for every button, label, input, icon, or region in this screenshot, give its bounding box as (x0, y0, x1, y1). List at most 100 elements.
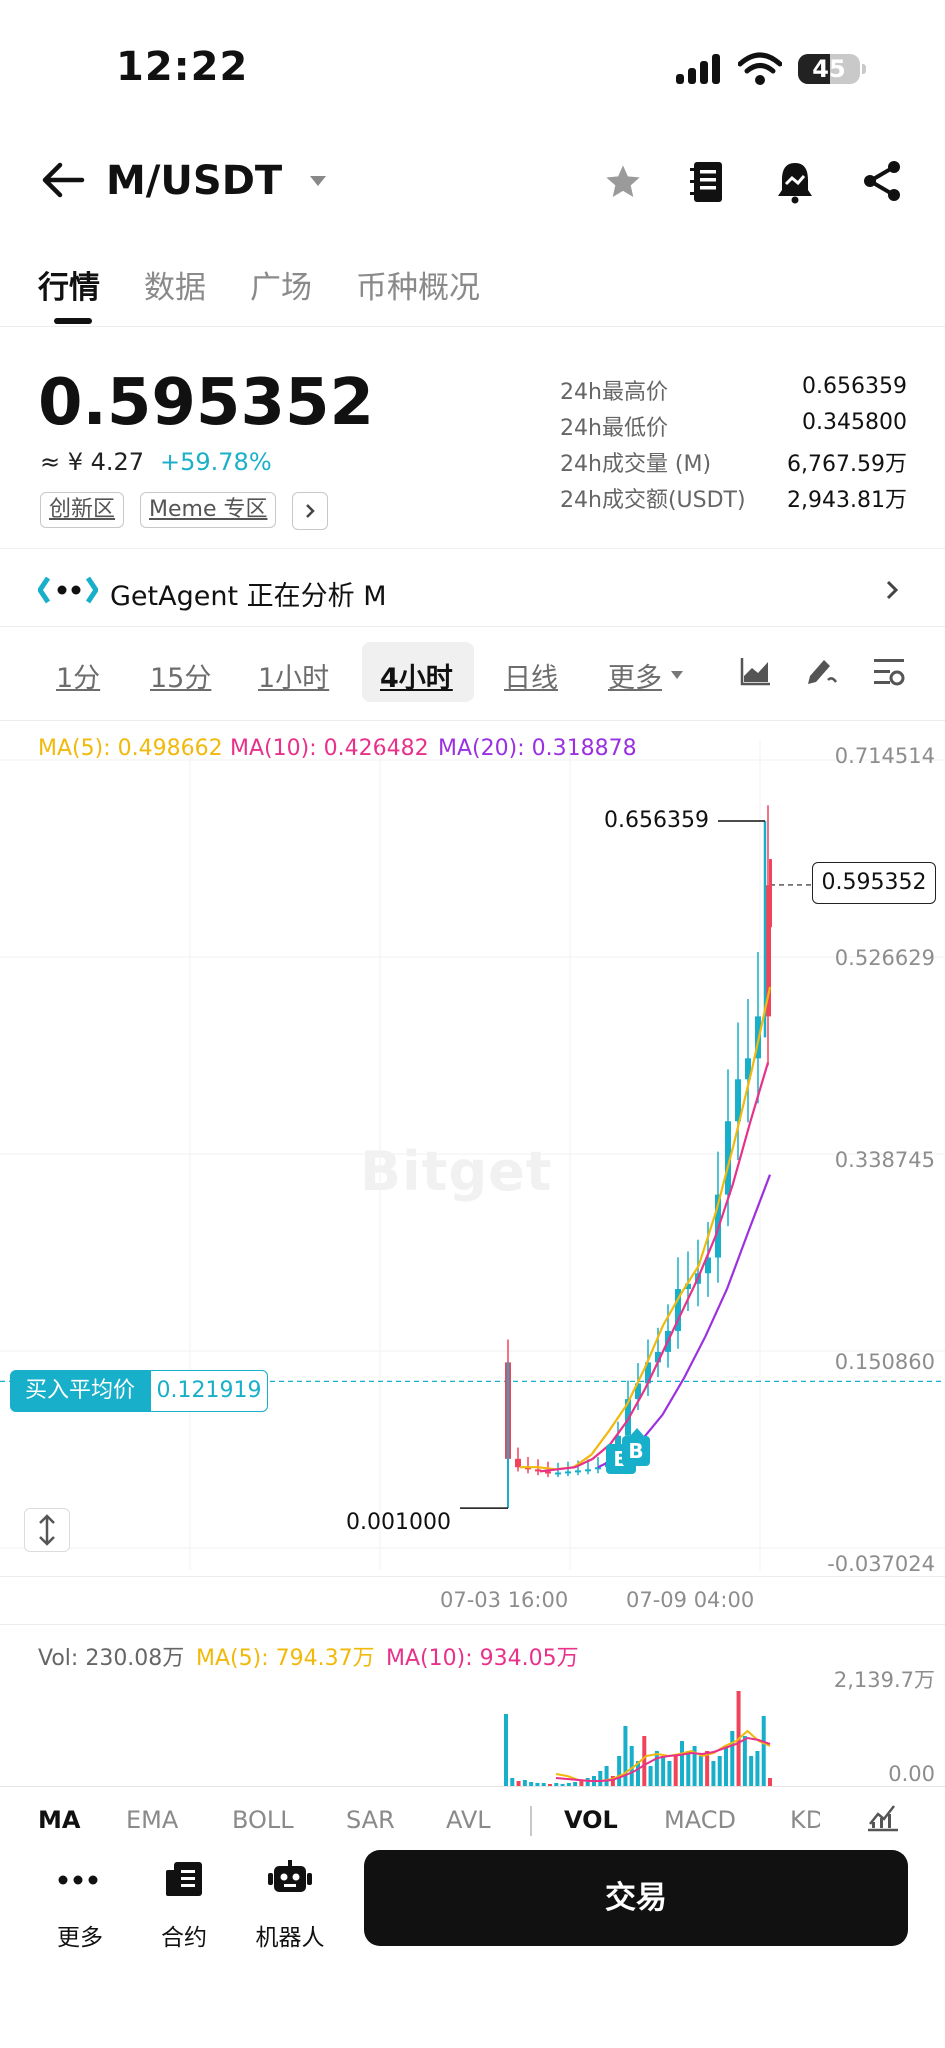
indicator-macd[interactable]: MACD (664, 1806, 736, 1834)
vertical-expand-icon (39, 1514, 55, 1546)
stat-value-volume: 6,767.59万 (787, 452, 907, 477)
divider (0, 720, 945, 721)
active-tab-indicator (54, 318, 92, 324)
ma-line-ma20 (597, 1174, 772, 1469)
divider (0, 1576, 945, 1577)
battery-icon: 45 (798, 54, 860, 84)
avg-buy-value: 0.121919 (150, 1370, 268, 1412)
interval-1m[interactable]: 1分 (56, 656, 100, 695)
chart-settings-icon[interactable] (872, 656, 906, 688)
stat-label-volume: 24h成交量 (M) (560, 452, 712, 477)
high-price-label: 0.656359 (604, 808, 709, 833)
interval-15m[interactable]: 15分 (150, 656, 211, 695)
agent-banner-text: GetAgent 正在分析 M (110, 581, 387, 612)
volume-bar (585, 1778, 590, 1786)
cny-price: ≈ ¥ 4.27 (40, 448, 145, 476)
indicator-ema[interactable]: EMA (126, 1806, 178, 1834)
indicator-avl[interactable]: AVL (446, 1806, 491, 1834)
chart-resize-button[interactable] (24, 1508, 70, 1552)
volume-bar (654, 1751, 659, 1786)
robot-icon[interactable] (268, 1860, 312, 1896)
volume-bar (623, 1726, 628, 1786)
divider (0, 548, 945, 549)
chart-type-icon[interactable] (740, 656, 772, 686)
bottom-more-label[interactable]: 更多 (30, 1918, 130, 1952)
indicator-boll[interactable]: BOLL (232, 1806, 294, 1834)
volume-bar (648, 1766, 653, 1786)
chevron-right-icon (886, 580, 899, 600)
volume-bar (730, 1731, 735, 1786)
dropdown-caret-icon[interactable] (308, 174, 328, 188)
tab-data[interactable]: 数据 (144, 262, 206, 307)
tab-square[interactable]: 广场 (250, 262, 312, 307)
getagent-logo-icon (38, 576, 98, 604)
signal-icon (676, 54, 720, 84)
tab-coin-overview[interactable]: 币种概况 (356, 262, 480, 307)
candle-body (769, 859, 772, 928)
volume-bar (510, 1778, 515, 1786)
stat-value-high: 0.656359 (802, 374, 907, 399)
volume-bar (661, 1756, 666, 1786)
bottom-bot-label[interactable]: 机器人 (240, 1918, 340, 1952)
interval-1h[interactable]: 1小时 (258, 656, 329, 695)
last-price: 0.595352 (38, 366, 375, 440)
tab-market[interactable]: 行情 (38, 262, 100, 307)
status-time: 12:22 (116, 44, 249, 90)
volume-bar (755, 1751, 760, 1786)
buy-marker-pointer (630, 1428, 644, 1436)
volume-bar (642, 1736, 647, 1786)
volume-bar (686, 1751, 691, 1786)
buy-marker[interactable]: B (622, 1436, 650, 1466)
candle-body (595, 1467, 601, 1470)
candlestick-chart[interactable] (0, 740, 945, 1570)
star-icon[interactable] (602, 162, 644, 202)
pair-title[interactable]: M/USDT (106, 158, 282, 204)
interval-more[interactable]: 更多 (608, 656, 662, 695)
bottom-contract-label[interactable]: 合约 (134, 1918, 234, 1952)
volume-bar (604, 1766, 609, 1786)
battery-level: 45 (812, 55, 846, 83)
volume-bar (761, 1716, 766, 1786)
indicator-vol[interactable]: VOL (564, 1806, 618, 1834)
indicator-settings-icon[interactable] (866, 1802, 900, 1832)
battery-tip (862, 64, 866, 74)
divider (0, 326, 945, 327)
notebook-icon[interactable] (690, 160, 726, 204)
volume-bar (617, 1756, 622, 1786)
contract-icon[interactable] (164, 1860, 204, 1898)
interval-1d[interactable]: 日线 (504, 656, 558, 695)
volume-chart (504, 1691, 772, 1786)
indicator-ma[interactable]: MA (38, 1806, 80, 1834)
volume-bar (667, 1761, 672, 1786)
stat-label-high: 24h最高价 (560, 380, 668, 405)
y-tick: 0.338745 (834, 1148, 935, 1172)
stat-label-turnover: 24h成交额(USDT) (560, 488, 746, 513)
divider (0, 1786, 945, 1787)
tag-meme[interactable]: Meme 专区 (140, 492, 277, 528)
chevron-right-icon (306, 504, 315, 518)
indicator-sar[interactable]: SAR (346, 1806, 395, 1834)
stat-value-low: 0.345800 (802, 410, 907, 435)
divider (0, 626, 945, 627)
caret-down-icon (671, 671, 683, 679)
volume-bar (680, 1741, 684, 1786)
tag-innovation[interactable]: 创新区 (40, 492, 125, 528)
tags-more-button[interactable] (292, 492, 328, 530)
drawing-tool-icon[interactable] (804, 654, 838, 688)
current-price-tag: 0.595352 (812, 862, 936, 904)
price-alert-icon[interactable] (774, 160, 816, 204)
volume-bar (705, 1751, 710, 1786)
low-price-label: 0.001000 (346, 1510, 451, 1535)
back-arrow-icon[interactable] (40, 160, 86, 200)
volume-bar (711, 1761, 716, 1786)
volume-bar (749, 1756, 754, 1786)
interval-4h[interactable]: 4小时 (380, 656, 453, 695)
candle-body (585, 1469, 591, 1472)
trade-button[interactable]: 交易 (364, 1850, 908, 1946)
stat-value-turnover: 2,943.81万 (787, 488, 907, 513)
share-icon[interactable] (862, 160, 902, 202)
candle-body (515, 1458, 521, 1468)
y-tick: 0.526629 (834, 946, 935, 970)
more-dots-icon[interactable] (58, 1874, 98, 1886)
indicator-kd[interactable]: KD (790, 1806, 820, 1834)
